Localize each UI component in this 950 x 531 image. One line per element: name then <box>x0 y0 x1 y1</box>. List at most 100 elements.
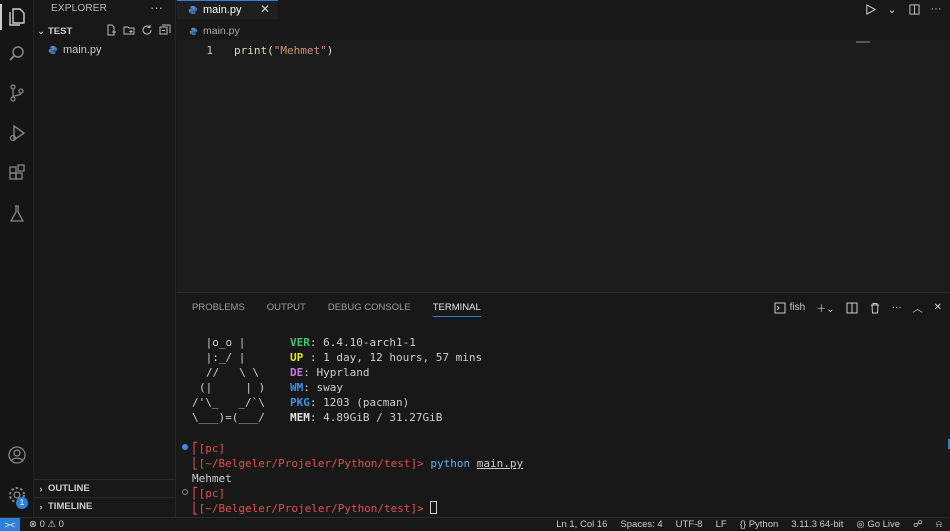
settings-update-badge: 1 <box>16 497 28 509</box>
sysinfo-value: 6.4.10-arch1-1 <box>323 336 416 349</box>
python-file-icon <box>47 44 59 56</box>
terminal-shell-selector[interactable]: fish <box>774 302 805 314</box>
tab-label: main.py <box>203 4 242 16</box>
status-bar: >< ⊗ 0 ⚠ 0 Ln 1, Col 16 Spaces: 4 UTF-8 … <box>0 517 950 531</box>
prompt-host-line: ⎡[pc] <box>192 486 225 501</box>
bottom-panel: |o_o | |:_/ | // \ \ (| | ) /'\_ _/`\ \_… <box>177 292 950 517</box>
feedback-icon[interactable]: ☍ <box>913 519 923 530</box>
new-file-icon[interactable] <box>104 23 118 37</box>
sysinfo-key: PKG <box>290 396 310 409</box>
cursor-position[interactable]: Ln 1, Col 16 <box>556 519 607 530</box>
tab-problems[interactable]: PROBLEMS <box>192 302 245 317</box>
search-icon[interactable] <box>0 37 34 71</box>
sysinfo-line: VER: 6.4.10-arch1-1 <box>290 335 416 350</box>
ascii-art-line: \___)=(___/ <box>192 411 265 424</box>
sysinfo-sep: : <box>303 366 317 379</box>
prompt-host-line: ⎡[pc] <box>192 441 225 456</box>
code-function: print( <box>234 44 274 57</box>
command-success-dot[interactable] <box>182 444 188 450</box>
split-terminal-icon[interactable] <box>846 302 858 314</box>
run-python-icon[interactable] <box>862 1 878 17</box>
code-line[interactable]: 1 print("Mehmet") <box>177 43 950 58</box>
prompt-bracket: ⎡ <box>192 487 199 500</box>
editor-tab-bar: main.py ✕ ⌄ ··· <box>177 0 950 19</box>
sysinfo-line: PKG: 1203 (pacman) <box>290 395 409 410</box>
testing-flask-icon[interactable] <box>0 197 34 231</box>
tab-terminal[interactable]: TERMINAL <box>432 302 481 317</box>
program-output: Mehmet <box>192 472 232 485</box>
terminal-output[interactable]: |o_o | |:_/ | // \ \ (| | ) /'\_ _/`\ \_… <box>177 293 950 518</box>
panel-toolbar: fish ＋⌄ ··· ︿ ✕ <box>774 300 942 315</box>
remote-indicator[interactable]: >< <box>0 518 20 531</box>
tab-output[interactable]: OUTPUT <box>267 302 306 317</box>
sysinfo-value: 4.89GiB / 31.27GiB <box>323 411 443 424</box>
notifications-bell-icon[interactable]: ⍾ <box>936 519 942 530</box>
maximize-panel-icon[interactable]: ︿ <box>913 300 923 315</box>
chevron-down-icon: ⌄ <box>37 25 45 36</box>
outline-section-header[interactable]: › OUTLINE <box>34 479 176 497</box>
end-of-line[interactable]: LF <box>716 519 727 530</box>
breadcrumb-file: main.py <box>203 25 240 37</box>
code-editor[interactable]: 1 print("Mehmet") <box>177 40 950 292</box>
sidebar-more-button[interactable]: ··· <box>150 0 163 15</box>
settings-gear-icon[interactable]: 1 <box>0 478 34 512</box>
code-paren: ) <box>326 44 334 57</box>
sysinfo-line: UP : 1 day, 12 hours, 57 mins <box>290 350 482 365</box>
sysinfo-value: 1203 (pacman) <box>323 396 410 409</box>
editor-actions: ⌄ ··· <box>862 1 944 17</box>
timeline-label: TIMELINE <box>48 501 93 512</box>
close-panel-icon[interactable]: ✕ <box>934 302 942 313</box>
language-mode[interactable]: {} Python <box>740 519 779 530</box>
chevron-down-icon[interactable]: ⌄ <box>884 1 900 17</box>
panel-tabs: PROBLEMS OUTPUT DEBUG CONSOLE TERMINAL <box>192 302 481 317</box>
prompt-host: [pc] <box>198 442 226 455</box>
command-arg[interactable]: main.py <box>477 457 523 470</box>
prompt-char: > <box>417 457 424 470</box>
ascii-art-line: (| | ) <box>199 381 266 394</box>
python-interpreter[interactable]: 3.11.3 64-bit <box>791 519 843 530</box>
ascii-art-line: |:_/ | <box>199 351 246 364</box>
refresh-icon[interactable] <box>140 23 154 37</box>
extensions-icon[interactable] <box>0 157 34 191</box>
chevron-right-icon: › <box>39 483 43 494</box>
sysinfo-value: Hyprland <box>316 366 370 379</box>
new-folder-icon[interactable] <box>122 23 136 37</box>
explorer-icon[interactable] <box>0 0 34 34</box>
sysinfo-sep: : <box>309 396 324 409</box>
new-terminal-icon[interactable]: ＋⌄ <box>816 300 834 315</box>
split-editor-icon[interactable] <box>906 1 922 17</box>
command-pending-dot[interactable] <box>182 489 188 495</box>
account-icon[interactable] <box>0 438 34 472</box>
prompt-char: > <box>417 502 424 515</box>
indentation[interactable]: Spaces: 4 <box>620 519 662 530</box>
ascii-art-line: // \ \ <box>206 366 259 379</box>
tab-main-py[interactable]: main.py ✕ <box>177 0 278 19</box>
breadcrumb[interactable]: main.py <box>177 22 240 40</box>
folder-section-header[interactable]: ⌄ TEST <box>34 22 176 40</box>
more-actions-icon[interactable]: ··· <box>892 302 902 313</box>
sysinfo-sep: : <box>303 381 317 394</box>
trash-icon[interactable] <box>869 302 881 314</box>
prompt-path: [~/Belgeler/Projeler/Python/test] <box>198 502 418 515</box>
sysinfo-value: sway <box>316 381 344 394</box>
collapse-all-icon[interactable] <box>158 23 172 37</box>
braces-icon: {} <box>739 519 749 530</box>
outline-label: OUTLINE <box>48 483 90 494</box>
sysinfo-sep: : <box>309 336 324 349</box>
file-item-main-py[interactable]: main.py <box>34 41 176 59</box>
explorer-sidebar: EXPLORER ··· ⌄ TEST main.py › OUTLINE › … <box>34 0 176 517</box>
more-actions-icon[interactable]: ··· <box>928 1 944 17</box>
prompt-bracket: ⎣ <box>192 457 199 470</box>
prompt-bracket: ⎡ <box>192 442 199 455</box>
ascii-art-line: |o_o | <box>199 336 246 349</box>
encoding[interactable]: UTF-8 <box>676 519 703 530</box>
tab-debug-console[interactable]: DEBUG CONSOLE <box>328 302 411 317</box>
go-live-button[interactable]: ◎ Go Live <box>856 519 900 530</box>
command-name: python <box>430 457 471 470</box>
close-icon[interactable]: ✕ <box>260 2 270 16</box>
run-debug-icon[interactable] <box>0 116 34 150</box>
source-control-icon[interactable] <box>0 76 34 110</box>
prompt-command-line: ⎣[~/Belgeler/Projeler/Python/test]> pyth… <box>192 456 523 471</box>
problems-count[interactable]: ⊗ 0 ⚠ 0 <box>29 519 64 530</box>
timeline-section-header[interactable]: › TIMELINE <box>34 497 176 515</box>
